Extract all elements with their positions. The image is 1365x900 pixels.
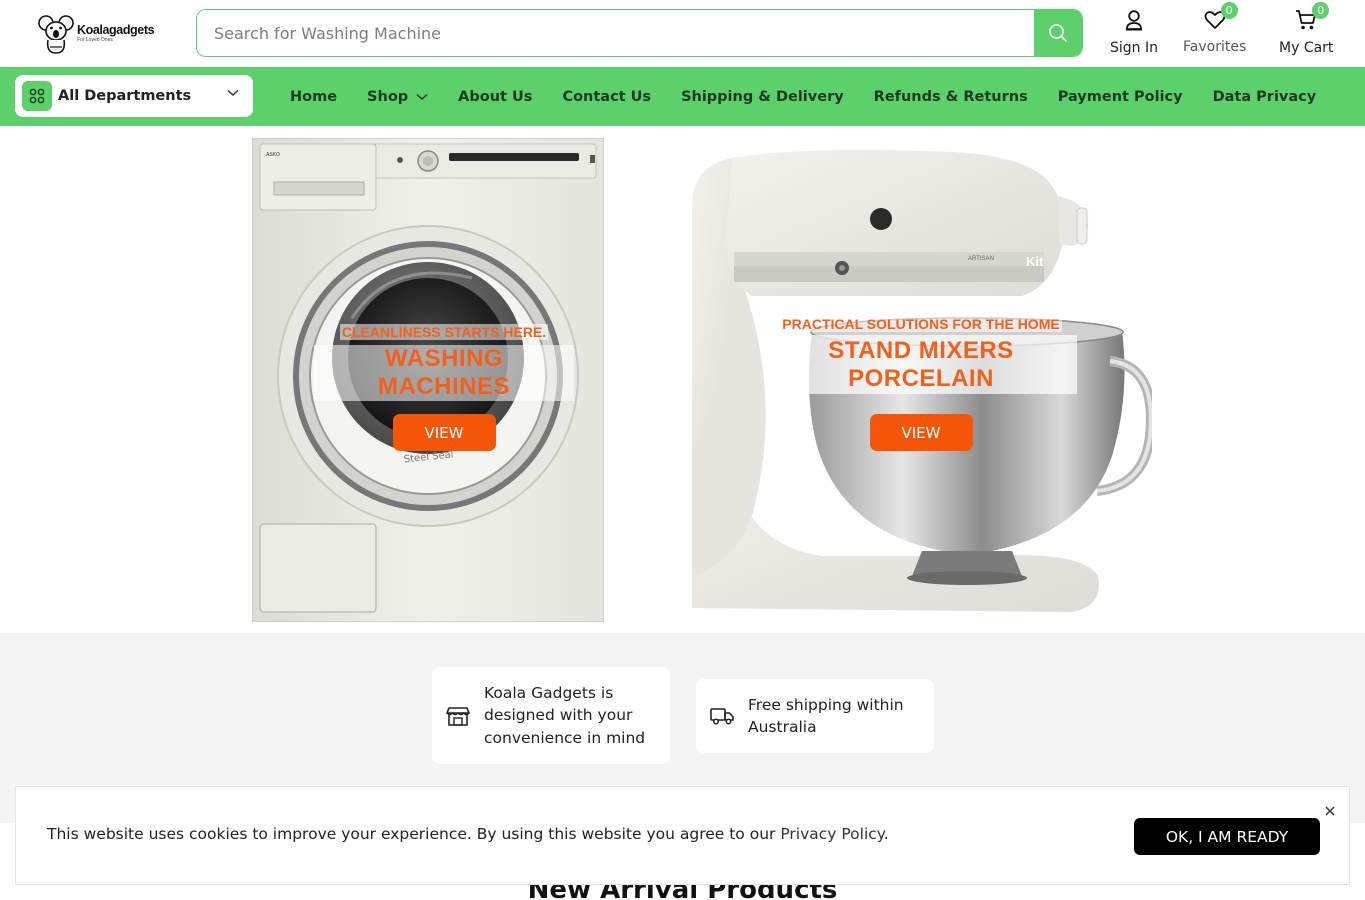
favorites-count-badge: 0 [1220,2,1238,19]
cart-count-badge: 0 [1312,2,1330,19]
search-input[interactable] [197,10,1034,56]
favorites-button[interactable]: 0 Favorites [1183,2,1247,55]
nav-shipping-delivery[interactable]: Shipping & Delivery [681,89,844,105]
cookie-banner: This website uses cookies to improve you… [15,786,1350,885]
nav-refunds-returns[interactable]: Refunds & Returns [874,89,1028,105]
chevron-down-icon [227,89,239,96]
mixer-view-button[interactable]: VIEW [869,414,973,451]
truck-icon [710,707,734,725]
nav-home[interactable]: Home [290,89,337,105]
brand-name: Koalagadgets [77,23,155,37]
feature-free-shipping-text: Free shipping within Australia [748,695,904,737]
washing-machine-banner[interactable]: ASKO Steel Seal CLEANLINESS STARTS HERE.… [252,138,604,622]
mixer-banner-headline-line1: STAND MIXERS [828,337,1014,364]
cookie-accept-button[interactable]: OK, I AM READY [1134,818,1320,855]
feature-convenience: Koala Gadgets is designed with your conv… [432,667,670,764]
cart-button[interactable]: 0 My Cart [1279,2,1334,56]
site-header: Koalagadgets For Loved Ones Sign In [0,0,1365,67]
search-icon [1049,24,1067,42]
nav-data-privacy[interactable]: Data Privacy [1213,89,1317,105]
washing-banner-headline: WASHING MACHINES [314,345,574,401]
brand-logo[interactable]: Koalagadgets For Loved Ones [38,12,162,56]
sign-in-button[interactable]: Sign In [1110,6,1158,56]
washing-banner-kicker: CLEANLINESS STARTS HERE. [339,324,549,340]
nav-about-us[interactable]: About Us [458,89,532,105]
all-departments-label: All Departments [58,88,192,104]
main-nav: All Departments Home Shop About Us Conta… [0,67,1365,126]
nav-contact-us[interactable]: Contact Us [562,89,651,105]
mixer-label-text: ARTISAN [968,256,994,262]
nav-shop-label: Shop [367,88,409,105]
search-bar [196,9,1083,57]
store-icon [446,706,470,726]
nav-payment-policy[interactable]: Payment Policy [1058,89,1183,105]
cookie-text: This website uses cookies to improve you… [47,825,781,843]
stand-mixer-banner[interactable]: ARTISAN Kit PRACTICAL SOLUTIONS FOR THE … [692,146,1152,614]
all-departments-dropdown[interactable]: All Departments [15,75,253,117]
mixer-brand-text: Kit [1026,254,1044,269]
feature-free-shipping: Free shipping within Australia [696,679,934,753]
hero-section: ASKO Steel Seal CLEANLINESS STARTS HERE.… [0,126,1365,633]
koala-logo-icon [38,15,74,54]
close-icon[interactable] [1323,804,1337,818]
cookie-message: This website uses cookies to improve you… [47,825,889,843]
sign-in-label: Sign In [1110,40,1158,56]
mixer-banner-kicker: PRACTICAL SOLUTIONS FOR THE HOME [780,316,1062,332]
favorites-label: Favorites [1183,39,1247,55]
nav-shop[interactable]: Shop [367,89,428,105]
mixer-banner-headline-line2: PORCELAIN [848,365,994,392]
chevron-down-icon [416,93,428,100]
machine-brand-text: ASKO [266,152,280,158]
washing-view-button[interactable]: VIEW [392,414,496,451]
cart-label: My Cart [1279,40,1334,56]
search-button[interactable] [1034,10,1082,56]
feature-convenience-text: Koala Gadgets is designed with your conv… [484,683,646,747]
user-icon [1126,10,1142,31]
brand-tagline: For Loved Ones [77,37,113,43]
cookie-suffix: . [883,825,889,843]
privacy-policy-link[interactable]: Privacy Policy [780,825,883,843]
grid-icon [22,81,52,111]
